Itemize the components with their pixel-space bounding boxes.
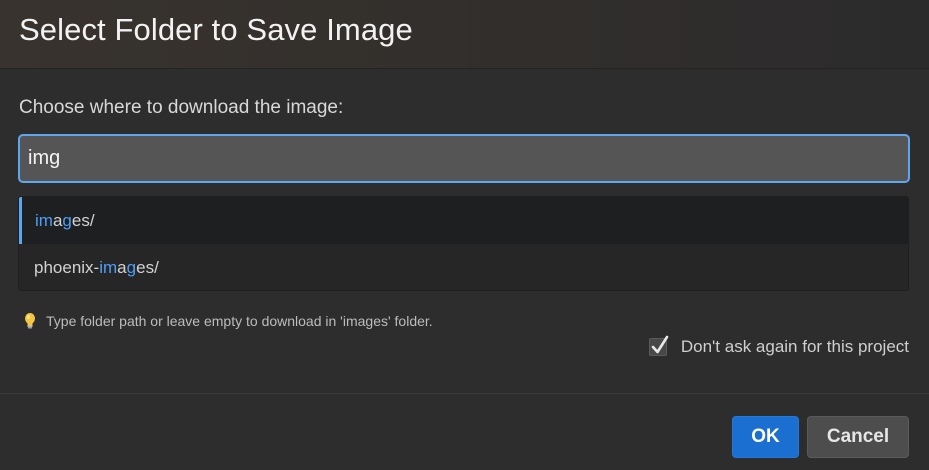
save-image-dialog: Select Folder to Save Image Choose where…	[0, 0, 929, 470]
hint: Type folder path or leave empty to downl…	[22, 312, 433, 330]
checkmark-icon	[651, 335, 669, 354]
suggestion-text: es/	[71, 211, 95, 230]
suggestion-match-text: im	[99, 258, 118, 277]
suggestion-match-text: g	[62, 211, 72, 230]
dont-ask-again-checkbox[interactable]	[648, 335, 669, 356]
cancel-button[interactable]: Cancel	[807, 416, 909, 458]
dont-ask-again-option[interactable]: Don't ask again for this project	[648, 335, 909, 357]
suggestion-item[interactable]: phoenix-images/	[19, 244, 908, 290]
suggestion-text: a	[52, 211, 63, 230]
hint-text: Type folder path or leave empty to downl…	[46, 313, 433, 329]
suggestion-match-text: g	[126, 258, 137, 277]
dialog-header: Select Folder to Save Image	[0, 0, 929, 69]
folder-path-input[interactable]	[18, 134, 910, 183]
suggestion-text: a	[117, 258, 127, 277]
ok-button[interactable]: OK	[732, 416, 799, 458]
suggestion-text: phoenix-	[34, 258, 100, 277]
footer-divider	[0, 393, 929, 394]
folder-suggestions-list: images/ phoenix-images/	[18, 196, 909, 291]
prompt-label: Choose where to download the image:	[19, 97, 344, 118]
suggestion-item[interactable]: images/	[19, 197, 908, 244]
lightbulb-icon	[22, 312, 38, 330]
dont-ask-again-label: Don't ask again for this project	[680, 337, 909, 356]
suggestion-text: es/	[136, 258, 159, 277]
dialog-title: Select Folder to Save Image	[19, 12, 413, 47]
suggestion-match-text: im	[35, 211, 53, 230]
